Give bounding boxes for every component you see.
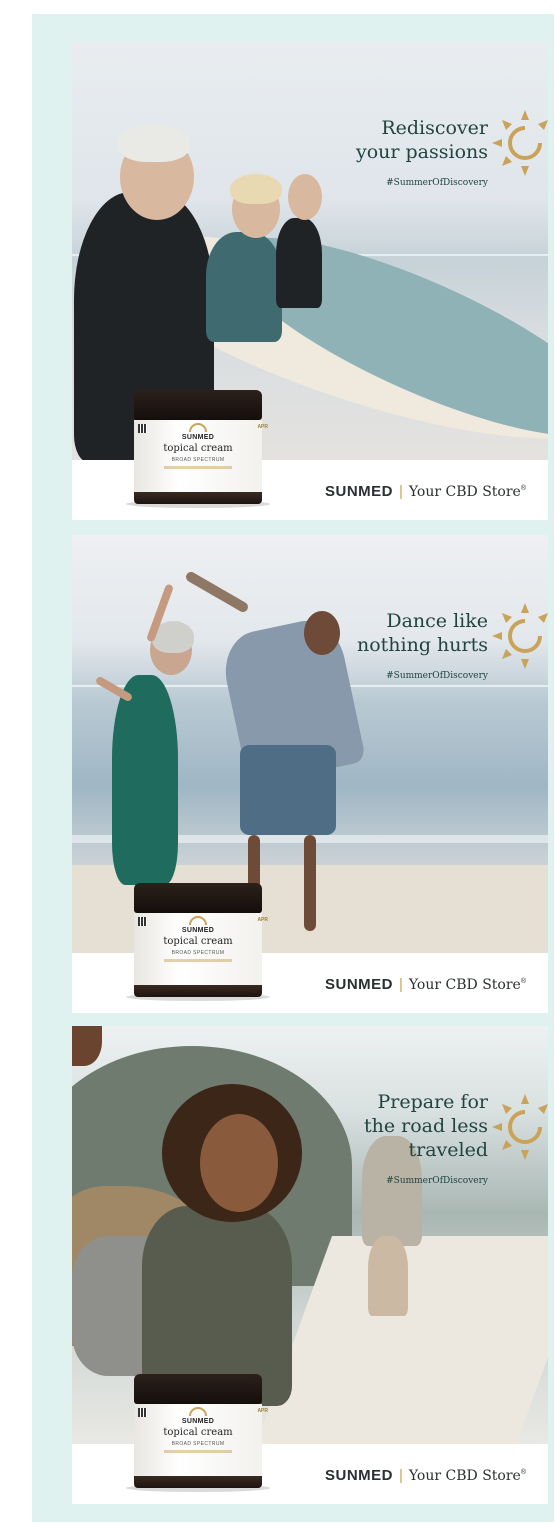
jar-label: SUNMED topical cream BROAD SPECTRUM APR	[134, 1404, 268, 1476]
brand-name: SUNMED	[324, 976, 393, 993]
frame-edge	[72, 1026, 102, 1066]
dancer-shorts	[240, 745, 336, 835]
dancer-leg	[304, 835, 316, 931]
brand-trademark: ®	[520, 485, 526, 492]
jar-side-mark: APR	[257, 917, 268, 923]
jar-base	[134, 1476, 262, 1488]
sun-icon	[492, 603, 548, 669]
jar-base	[134, 492, 262, 504]
jar-fine-print	[164, 466, 232, 469]
brand-signature: SUNMED | Your CBD Store®	[325, 483, 526, 500]
qr-code-icon	[138, 1408, 147, 1417]
dancer-figure	[112, 675, 178, 885]
product-jar: SUNMED topical cream BROAD SPECTRUM APR	[126, 1374, 270, 1492]
brand-signature: SUNMED | Your CBD Store®	[325, 976, 526, 993]
ad-headline: Rediscover your passions	[356, 116, 488, 164]
ad-card-surf: Rediscover your passions #SummerOfDiscov…	[72, 42, 548, 520]
brand-name: SUNMED	[324, 483, 393, 500]
brand-tagline: Your CBD Store	[408, 1468, 521, 1484]
ad-headline: Prepare for the road less traveled	[364, 1090, 488, 1162]
brand-separator: |	[399, 976, 403, 993]
ad-headline: Dance like nothing hurts	[357, 609, 488, 657]
ad-hashtag: #SummerOfDiscovery	[386, 178, 488, 188]
product-jar: SUNMED topical cream BROAD SPECTRUM APR	[126, 390, 270, 508]
surfer-figure	[276, 218, 322, 308]
jar-side-mark: APR	[257, 1408, 268, 1414]
brand-tagline: Your CBD Store	[408, 484, 521, 500]
brand-separator: |	[399, 1467, 403, 1484]
jar-brand: SUNMED	[181, 1418, 215, 1425]
headline-line: your passions	[355, 141, 488, 163]
brand-trademark: ®	[520, 978, 526, 985]
jar-fine-print	[164, 1450, 232, 1453]
product-jar: SUNMED topical cream BROAD SPECTRUM APR	[126, 883, 270, 1001]
sun-emblem-icon	[189, 916, 207, 925]
brand-signature: SUNMED | Your CBD Store®	[325, 1467, 526, 1484]
ad-hashtag: #SummerOfDiscovery	[386, 1176, 488, 1186]
sun-icon	[492, 1094, 548, 1160]
jar-side-mark: APR	[257, 424, 268, 430]
qr-code-icon	[138, 917, 147, 926]
jar-product: topical cream	[163, 936, 233, 947]
jar-lid	[134, 883, 262, 913]
headline-line: Rediscover	[381, 117, 488, 139]
ad-card-dance: Dance like nothing hurts #SummerOfDiscov…	[72, 535, 548, 1013]
jar-spectrum: BROAD SPECTRUM	[171, 950, 225, 956]
jar-fine-print	[164, 959, 232, 962]
sun-icon	[492, 110, 548, 176]
jar-spectrum: BROAD SPECTRUM	[171, 1441, 225, 1447]
brand-trademark: ®	[520, 1469, 526, 1476]
distant-hiker-legs	[368, 1236, 408, 1316]
jar-brand: SUNMED	[181, 927, 215, 934]
jar-spectrum: BROAD SPECTRUM	[171, 457, 225, 463]
headline-line: the road less	[363, 1115, 488, 1137]
jar-label: SUNMED topical cream BROAD SPECTRUM APR	[134, 913, 268, 985]
hiker-face	[200, 1114, 278, 1212]
surfer-hair	[230, 174, 282, 204]
sun-emblem-icon	[189, 423, 207, 432]
ad-hashtag: #SummerOfDiscovery	[386, 671, 488, 681]
jar-lid	[134, 390, 262, 420]
dancer-head	[304, 611, 340, 655]
brand-tagline: Your CBD Store	[408, 977, 521, 993]
headline-line: Dance like	[386, 610, 488, 632]
surfer-figure	[206, 232, 282, 342]
headline-line: nothing hurts	[356, 634, 488, 656]
jar-lid	[134, 1374, 262, 1404]
jar-label: SUNMED topical cream BROAD SPECTRUM APR	[134, 420, 268, 492]
surfer-head	[288, 174, 322, 220]
jar-product: topical cream	[163, 443, 233, 454]
brand-separator: |	[399, 483, 403, 500]
brand-name: SUNMED	[324, 1467, 393, 1484]
headline-line: traveled	[408, 1139, 488, 1161]
ad-card-hike: Prepare for the road less traveled #Summ…	[72, 1026, 548, 1504]
jar-product: topical cream	[163, 1427, 233, 1438]
headline-line: Prepare for	[377, 1091, 488, 1113]
surfer-hair	[118, 124, 190, 162]
sun-emblem-icon	[189, 1407, 207, 1416]
qr-code-icon	[138, 424, 147, 433]
jar-base	[134, 985, 262, 997]
jar-brand: SUNMED	[181, 434, 215, 441]
dancer-arm	[184, 570, 250, 614]
